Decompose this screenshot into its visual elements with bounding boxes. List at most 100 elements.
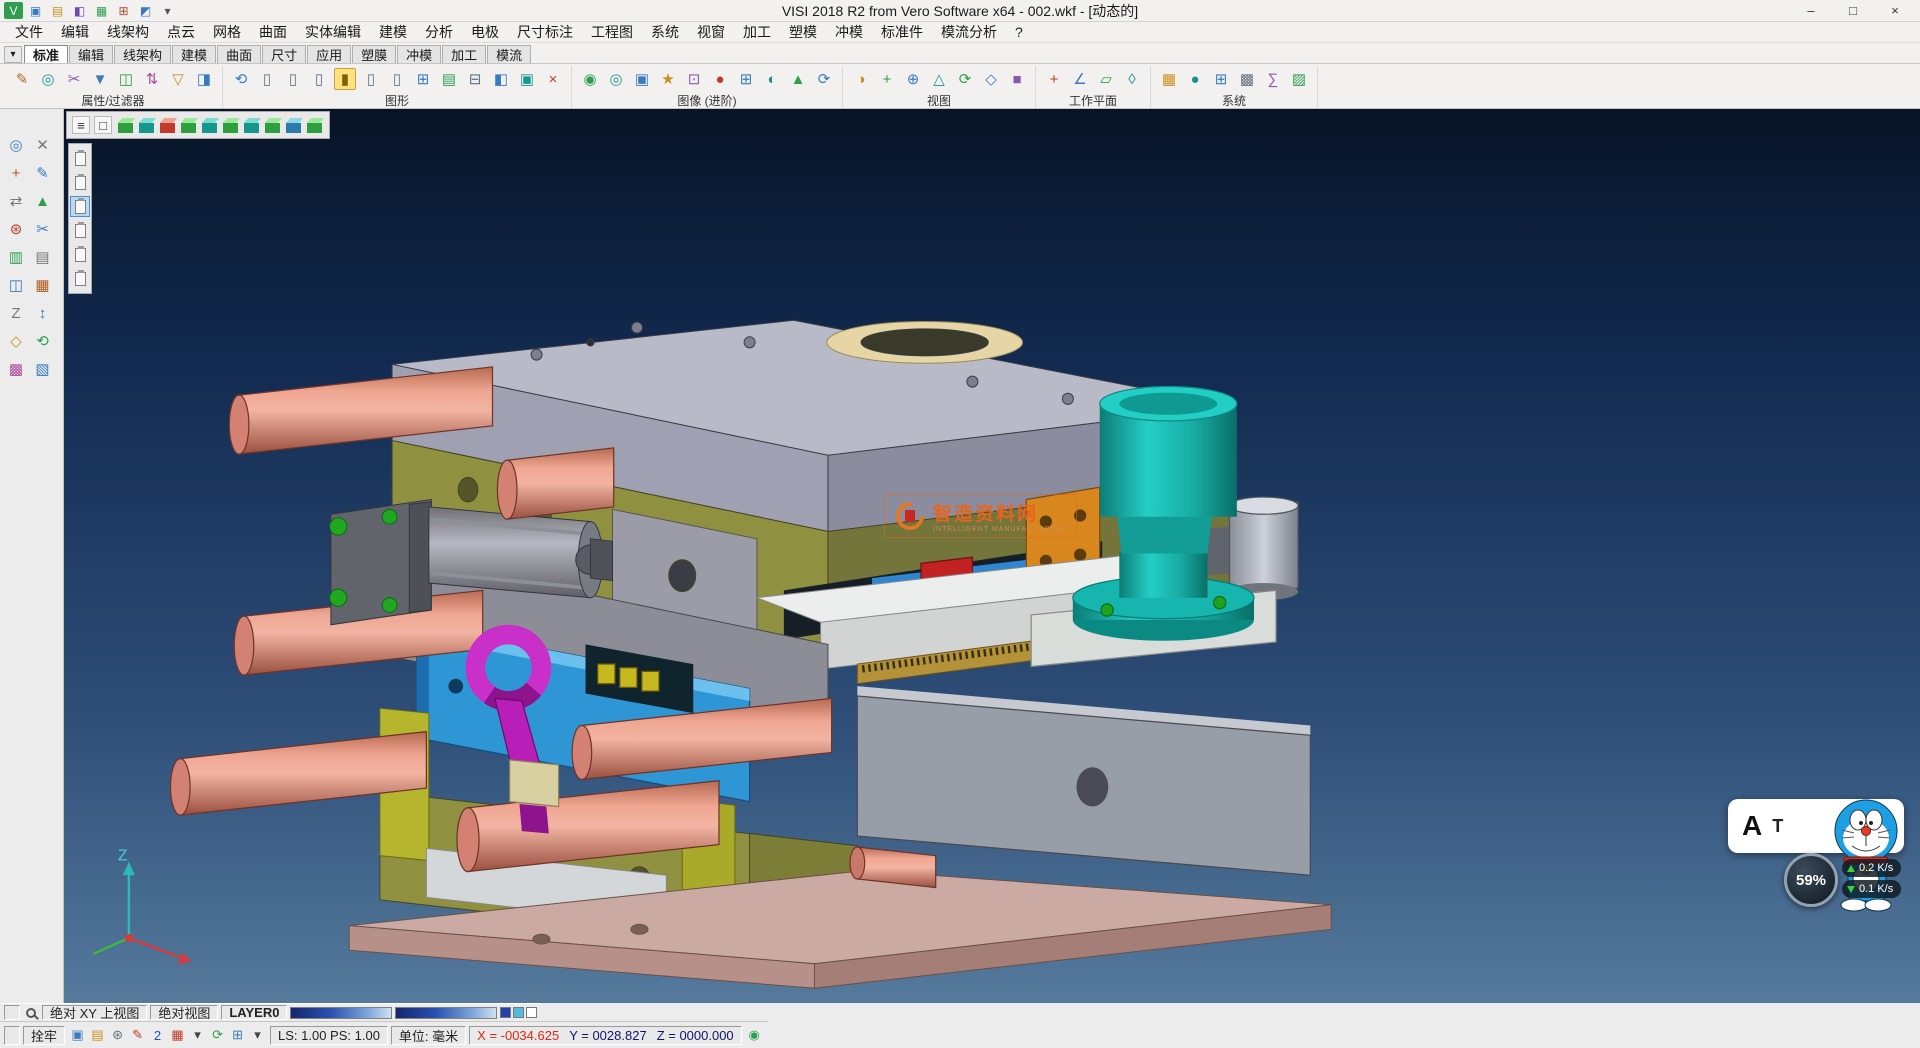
toolbar-tab[interactable]: 线架构 (114, 45, 171, 63)
minimize-button[interactable]: – (1790, 1, 1832, 21)
clipboard-slot[interactable] (71, 269, 89, 288)
status-icon[interactable]: 2 (148, 1026, 167, 1045)
clipboard-slot[interactable] (71, 197, 89, 216)
toolbar-icon[interactable]: ▼ (89, 68, 111, 90)
toolbar-icon[interactable]: ▱ (1095, 68, 1117, 90)
menu-item[interactable]: 工程图 (582, 22, 642, 42)
view-cube-icon[interactable] (160, 123, 175, 133)
view-cube-icon[interactable] (244, 123, 259, 133)
status-icon[interactable]: ▾ (188, 1026, 207, 1045)
side-tool-icon[interactable]: ▦ (33, 275, 53, 295)
view-cube-icon[interactable] (118, 123, 133, 133)
volume-percent-widget[interactable]: 59% (1784, 853, 1838, 907)
toolbar-icon[interactable]: ▣ (516, 68, 538, 90)
toolbar-icon[interactable]: ⊕ (902, 68, 924, 90)
toolbar-icon[interactable]: ⊞ (1210, 68, 1232, 90)
side-tool-icon[interactable]: ▥ (6, 247, 26, 267)
side-tool-icon[interactable]: ▤ (33, 247, 53, 267)
menu-item[interactable]: 建模 (370, 22, 416, 42)
status-icon[interactable]: ▣ (68, 1026, 87, 1045)
menu-item[interactable]: 曲面 (250, 22, 296, 42)
toolbar-tab[interactable]: 建模 (172, 45, 216, 63)
units-field[interactable]: 单位: 毫米 (391, 1026, 466, 1045)
menu-item[interactable]: 塑模 (780, 22, 826, 42)
view-cube-icon[interactable] (265, 123, 280, 133)
toolbar-icon[interactable]: ◎ (605, 68, 627, 90)
toolbar-icon[interactable]: ⊞ (735, 68, 757, 90)
side-tool-icon[interactable]: ▲ (33, 191, 53, 211)
toolbar-icon[interactable]: ▨ (1288, 68, 1310, 90)
view-cube-icon[interactable] (181, 123, 196, 133)
toolbar-icon[interactable]: ⟳ (813, 68, 835, 90)
zoom-search-icon[interactable] (26, 1008, 36, 1018)
toolbar-icon[interactable]: ◇ (980, 68, 1002, 90)
quick-access-icon[interactable]: ▤ (48, 2, 67, 19)
toolbar-icon[interactable]: ⊟ (464, 68, 486, 90)
toolbar-tab[interactable]: 加工 (442, 45, 486, 63)
toolbar-icon[interactable]: ● (1184, 68, 1206, 90)
view-mode-field[interactable]: 绝对 XY 上视图 (42, 1005, 147, 1020)
maximize-button[interactable]: □ (1832, 1, 1874, 21)
view-window-icon[interactable]: □ (94, 116, 112, 134)
quick-access-icon[interactable]: ▣ (26, 2, 45, 19)
toolbar-icon[interactable]: × (542, 68, 564, 90)
toolbar-icon[interactable]: ▩ (1236, 68, 1258, 90)
side-tool-icon[interactable]: ✎ (33, 163, 53, 183)
prompt-input-area[interactable] (4, 1026, 20, 1045)
toolbar-tab[interactable]: 冲模 (397, 45, 441, 63)
quick-access-icon[interactable]: V (4, 2, 23, 19)
toolbar-icon[interactable]: ⟲ (230, 68, 252, 90)
toolbar-icon[interactable]: ✂ (63, 68, 85, 90)
quick-access-icon[interactable]: ▾ (158, 2, 177, 19)
color-swatch[interactable] (513, 1007, 524, 1018)
side-tool-icon[interactable]: ⟲ (33, 331, 53, 351)
menu-item[interactable]: 视窗 (688, 22, 734, 42)
menu-item[interactable]: 文件 (6, 22, 52, 42)
toolbar-icon[interactable]: ∑ (1262, 68, 1284, 90)
clipboard-slot[interactable] (71, 149, 89, 168)
side-tool-icon[interactable]: ◎ (6, 135, 26, 155)
toolbar-icon[interactable]: ◨ (193, 68, 215, 90)
toolbar-icon[interactable]: ▮ (334, 68, 356, 90)
toolbar-icon[interactable]: ⟳ (954, 68, 976, 90)
menu-item[interactable]: 模流分析 (932, 22, 1006, 42)
status-icon[interactable]: ▾ (248, 1026, 267, 1045)
side-tool-icon[interactable]: ✂ (33, 219, 53, 239)
layer-field[interactable]: LAYER0 (221, 1005, 287, 1020)
view-menu-icon[interactable]: ≡ (72, 116, 90, 134)
annotate-text-tool[interactable]: A (1742, 810, 1762, 842)
status-globe-icon[interactable]: ◉ (745, 1026, 764, 1045)
toolbar-icon[interactable]: ◎ (37, 68, 59, 90)
view-cube-icon[interactable] (223, 123, 238, 133)
menu-item[interactable]: 分析 (416, 22, 462, 42)
toolbar-icon[interactable]: ◊ (1121, 68, 1143, 90)
quick-access-icon[interactable]: ◧ (70, 2, 89, 19)
status-icon[interactable]: ▦ (168, 1026, 187, 1045)
side-tool-icon[interactable]: ↕ (33, 303, 53, 323)
toolbar-icon[interactable]: ▤ (438, 68, 460, 90)
toolbar-icon[interactable]: ∠ (1069, 68, 1091, 90)
toolbar-icon[interactable]: ✎ (11, 68, 33, 90)
toolbar-icon[interactable]: ▲ (787, 68, 809, 90)
toolbar-icon[interactable]: ● (709, 68, 731, 90)
color-swatch[interactable] (526, 1007, 537, 1018)
menu-item[interactable]: 点云 (158, 22, 204, 42)
lod-indicator-bar[interactable] (290, 1007, 392, 1019)
view-cube-icon[interactable] (202, 123, 217, 133)
toolbar-icon[interactable]: ◫ (115, 68, 137, 90)
toolbar-icon[interactable]: ⊡ (683, 68, 705, 90)
toolbar-tab[interactable]: 曲面 (217, 45, 261, 63)
toolbar-icon[interactable]: ▦ (1158, 68, 1180, 90)
toolbar-icon[interactable]: ◉ (579, 68, 601, 90)
side-tool-icon[interactable]: ▧ (33, 359, 53, 379)
view-cube-icon[interactable] (139, 123, 154, 133)
toolbar-icon[interactable]: ▯ (282, 68, 304, 90)
status-icon[interactable]: ⊞ (228, 1026, 247, 1045)
side-tool-icon[interactable]: ◫ (6, 275, 26, 295)
menu-item[interactable]: 线架构 (98, 22, 158, 42)
status-icon[interactable]: ▤ (88, 1026, 107, 1045)
viewport-3d[interactable]: Z ≡ □ (64, 109, 1920, 1003)
view-cube-icon[interactable] (307, 123, 322, 133)
side-tool-icon[interactable]: Z (6, 303, 26, 323)
color-swatch[interactable] (500, 1007, 511, 1018)
